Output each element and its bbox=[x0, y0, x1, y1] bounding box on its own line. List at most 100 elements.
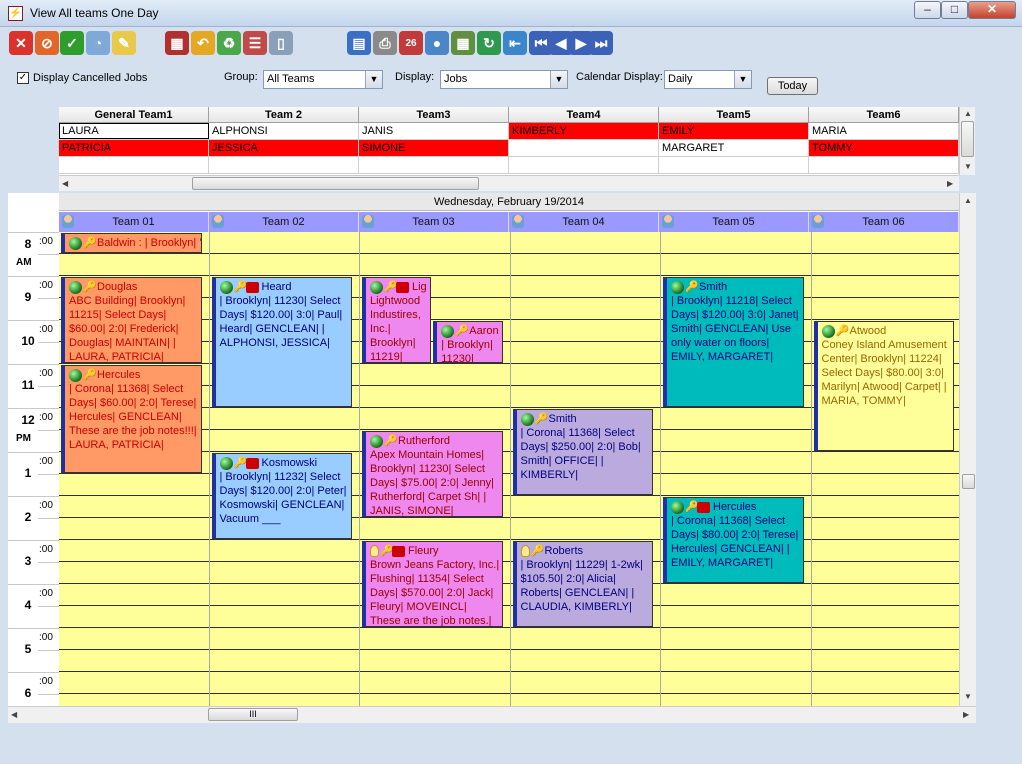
calendar-display-select[interactable]: Daily ▼ bbox=[664, 70, 752, 89]
appointment[interactable]: 🔑Smith | Brooklyn| 11218| Select Days| $1… bbox=[663, 277, 804, 407]
no-entry-icon[interactable]: ⊘ bbox=[35, 31, 59, 55]
report-icon[interactable]: ▤ bbox=[347, 31, 371, 55]
roster-cell[interactable]: TOMMY bbox=[809, 140, 959, 156]
schedule-grid[interactable]: 🔑Baldwin : | Brooklyn| ' 🔑Douglas ABC Buil… bbox=[59, 232, 959, 706]
roster-cell[interactable] bbox=[509, 157, 659, 173]
roster-cell[interactable]: JESSICA bbox=[209, 140, 359, 156]
display-cancelled-checkbox[interactable]: ✓ bbox=[17, 72, 29, 84]
last-icon[interactable]: ⏭ bbox=[589, 31, 613, 55]
app-icon: ⚡ bbox=[8, 6, 23, 21]
display-select[interactable]: Jobs ▼ bbox=[440, 70, 568, 89]
roster-cell[interactable]: EMILY bbox=[659, 123, 809, 139]
grid-icon[interactable]: ▦ bbox=[451, 31, 475, 55]
appointment[interactable]: 🔑Douglas ABC Building| Brooklyn| 11215| S… bbox=[61, 277, 202, 363]
toolbar: ✕ ⊘ ✓ ◔ ✎ ▦ ↶ ♻ ☰ ▯ ▤ ⎙ 26 ● ▦ ↻ ⇤ ⏮ ◀ ▶ ⏭ bbox=[4, 28, 1018, 60]
team-column-header[interactable]: Team 06 bbox=[809, 212, 959, 232]
pencil-icon[interactable]: ✎ bbox=[112, 31, 136, 55]
calendar-hscroll-thumb[interactable]: III bbox=[208, 708, 298, 721]
roster-cell[interactable] bbox=[659, 157, 809, 173]
ok-icon[interactable]: ✓ bbox=[60, 31, 84, 55]
team-column[interactable] bbox=[811, 232, 959, 706]
scroll-right-icon[interactable]: ▶ bbox=[963, 710, 969, 719]
cancel-icon[interactable]: ✕ bbox=[9, 31, 33, 55]
scroll-up-icon[interactable]: ▲ bbox=[964, 196, 972, 205]
roster-cell[interactable] bbox=[59, 157, 209, 173]
refresh-globe-icon[interactable]: ◔ bbox=[86, 31, 110, 55]
undo-folder-icon[interactable]: ↶ bbox=[191, 31, 215, 55]
appointment[interactable]: 🔑Smith | Corona| 11368| Select Days| $250… bbox=[512, 409, 653, 495]
roster-cell[interactable]: JANIS bbox=[359, 123, 509, 139]
team-column-header[interactable]: Team 03 bbox=[359, 212, 509, 232]
appointment[interactable]: 🔑 Kosmowski | Brooklyn| 11232| Select Days… bbox=[211, 453, 352, 539]
roster-cell[interactable]: PATRICIA bbox=[59, 140, 209, 156]
minute-label: :00 bbox=[39, 588, 53, 599]
roster-column-header[interactable]: Team 2 bbox=[209, 107, 359, 122]
appointment[interactable]: 🔑Baldwin : | Brooklyn| ' bbox=[61, 233, 202, 253]
team-column-header[interactable]: Team 01 bbox=[59, 212, 209, 232]
minimize-button[interactable]: – bbox=[914, 1, 941, 19]
group-select[interactable]: All Teams ▼ bbox=[263, 70, 383, 89]
sync-icon[interactable]: ↻ bbox=[477, 31, 501, 55]
maximize-button[interactable]: □ bbox=[941, 1, 968, 19]
appointment-details: Apex Mountain Homes| Brooklyn| 11230| Se… bbox=[370, 449, 494, 517]
calendar-vscroll-thumb[interactable] bbox=[962, 474, 975, 489]
team-column-header[interactable]: Team 05 bbox=[659, 212, 809, 232]
calendar-vertical-scrollbar[interactable]: ▲ ▼ bbox=[959, 193, 976, 706]
scroll-up-icon[interactable]: ▲ bbox=[964, 109, 972, 118]
roster-cell[interactable] bbox=[809, 157, 959, 173]
chevron-down-icon: ▼ bbox=[734, 71, 751, 88]
appointment[interactable]: 🔑 Lig Lightwood Industires, Inc.| Brooklyn… bbox=[362, 277, 432, 363]
roster-horizontal-scrollbar[interactable]: ◀ ▶ bbox=[59, 175, 959, 191]
calendar-26-icon[interactable]: 26 bbox=[399, 31, 423, 55]
roster-cell[interactable]: KIMBERLY bbox=[509, 123, 659, 139]
roster-cell[interactable]: ALPHONSI bbox=[209, 123, 359, 139]
user-icon[interactable]: ● bbox=[425, 31, 449, 55]
appointment[interactable]: 🔑 Fleury Brown Jeans Factory, Inc.| Flushi… bbox=[362, 541, 503, 627]
roster-column-header[interactable]: Team3 bbox=[359, 107, 509, 122]
exit-door-icon[interactable]: ⇤ bbox=[503, 31, 527, 55]
roster-cell[interactable]: LAURA bbox=[59, 123, 209, 139]
today-button[interactable]: Today bbox=[767, 77, 818, 95]
scroll-right-icon[interactable]: ▶ bbox=[947, 179, 953, 188]
scroll-down-icon[interactable]: ▼ bbox=[964, 692, 972, 701]
appointment[interactable]: 🔑 Heard | Brooklyn| 11230| Select Days| $1… bbox=[211, 277, 352, 407]
roster-cell[interactable] bbox=[359, 157, 509, 173]
appointment[interactable]: 🔑Roberts | Brooklyn| 11229| 1-2wk| $105.5… bbox=[512, 541, 653, 627]
roster-hscroll-thumb[interactable] bbox=[192, 177, 479, 190]
scroll-down-icon[interactable]: ▼ bbox=[964, 162, 972, 171]
delete-calendar-icon[interactable]: ▦ bbox=[165, 31, 189, 55]
appointment[interactable]: 🔑Rutherford Apex Mountain Homes| Brooklyn… bbox=[362, 431, 503, 517]
phone-icon[interactable]: ▯ bbox=[269, 31, 293, 55]
roster-cell[interactable]: MARGARET bbox=[659, 140, 809, 156]
calendar-lines-icon[interactable]: ☰ bbox=[243, 31, 267, 55]
appointment[interactable]: 🔑Aaron | Brooklyn| 11230| bbox=[433, 321, 503, 363]
scroll-left-icon[interactable]: ◀ bbox=[62, 179, 68, 188]
print-icon[interactable]: ⎙ bbox=[373, 31, 397, 55]
scroll-left-icon[interactable]: ◀ bbox=[11, 710, 17, 719]
roster-vscroll-thumb[interactable] bbox=[961, 121, 974, 157]
half-hour-divider bbox=[38, 430, 59, 431]
roster-column-header[interactable]: General Team1 bbox=[59, 107, 209, 122]
team-column-header[interactable]: Team 04 bbox=[509, 212, 659, 232]
appointment[interactable]: 🔑Hercules| Corona| 11368| Select Days| $… bbox=[663, 497, 804, 583]
roster-cell[interactable] bbox=[509, 140, 659, 156]
roster-vertical-scrollbar[interactable]: ▲ ▼ bbox=[959, 107, 975, 175]
roster-column-header[interactable]: Team6 bbox=[809, 107, 959, 122]
status-ball-icon bbox=[671, 500, 684, 514]
appointment-header: 🔑 Hercules bbox=[671, 500, 801, 514]
key-icon: 🔑 bbox=[233, 456, 248, 469]
roster-column-header[interactable]: Team5 bbox=[659, 107, 809, 122]
appointment[interactable]: 🔑Atwood Coney Island Amusement Center| Br… bbox=[813, 321, 954, 451]
appointment[interactable]: 🔑Hercules| Corona| 11368| Select Days| $… bbox=[61, 365, 202, 473]
close-button[interactable]: ✕ bbox=[968, 1, 1016, 19]
roster-cell[interactable]: MARIA bbox=[809, 123, 959, 139]
key-icon: 🔑 bbox=[835, 324, 850, 337]
recycle-icon[interactable]: ♻ bbox=[217, 31, 241, 55]
team-column-header[interactable]: Team 02 bbox=[209, 212, 359, 232]
calendar-horizontal-scrollbar[interactable]: ◀ III ▶ bbox=[8, 706, 976, 723]
roster-column-header[interactable]: Team4 bbox=[509, 107, 659, 122]
hour-divider bbox=[8, 540, 59, 541]
half-hour-divider bbox=[38, 474, 59, 475]
roster-cell[interactable] bbox=[209, 157, 359, 173]
roster-cell[interactable]: SIMONE bbox=[359, 140, 509, 156]
